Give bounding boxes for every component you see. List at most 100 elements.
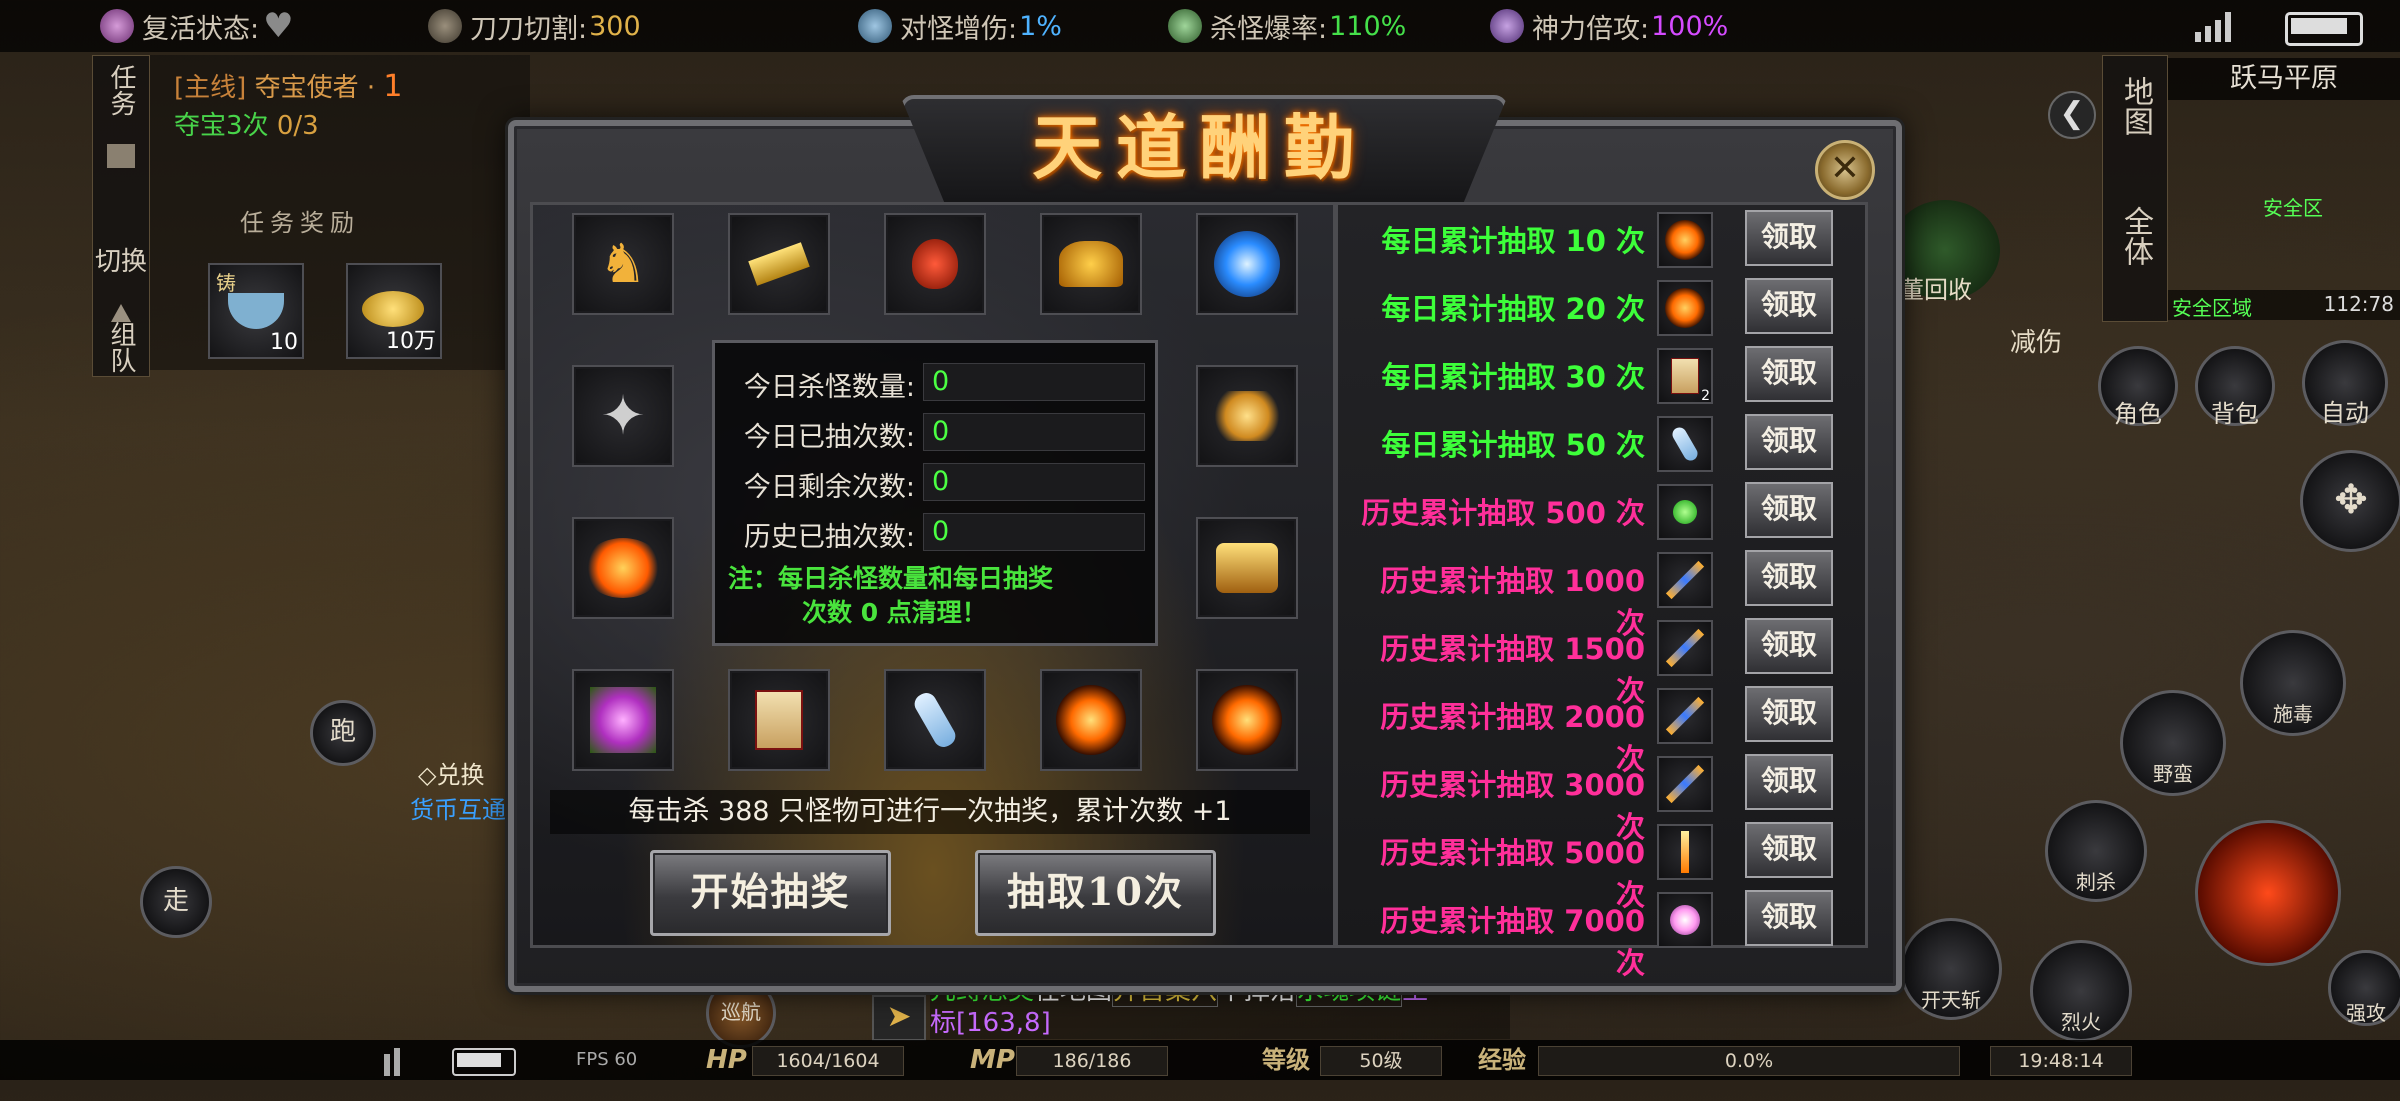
staff-icon [1657, 552, 1713, 608]
prize-slot[interactable] [728, 669, 830, 771]
damage-label: 对怪增伤: [900, 13, 1018, 45]
cut-label: 刀刀切割: [470, 13, 588, 45]
drop-status: 杀怪爆率: 110% [1168, 8, 1406, 45]
skill-strong[interactable]: 强攻 [2328, 950, 2400, 1026]
treasure-pile-icon [1059, 241, 1123, 287]
quest-objective: 夺宝3次 0/3 [174, 105, 319, 142]
close-icon[interactable]: ✕ [1815, 140, 1875, 200]
stat-label: 今日杀怪数量: [743, 372, 915, 403]
quest-reward-2[interactable]: 10万 [346, 263, 442, 359]
battery-icon [2285, 12, 2363, 46]
swirl-icon [858, 9, 892, 43]
staff-icon [1657, 756, 1713, 812]
currency-label[interactable]: 货币互通 [410, 790, 520, 825]
vial-icon [910, 689, 960, 751]
move-cross-icon[interactable]: ✥ [2300, 450, 2400, 552]
note-line-1: 注：每日杀怪数量和每日抽奖 [728, 564, 1054, 593]
prize-slot[interactable] [1040, 213, 1142, 315]
claim-button[interactable]: 领取 [1745, 278, 1833, 334]
tab-task[interactable]: 任务 [93, 64, 149, 124]
signal-icon [360, 1048, 400, 1076]
battery-icon [452, 1048, 516, 1076]
reward-label: 历史累计抽取 500 次 [1361, 496, 1645, 530]
collapse-arrow-icon[interactable]: ❮ [2048, 91, 2096, 139]
auto-button[interactable]: 自动 [2302, 340, 2388, 427]
claim-button[interactable]: 领取 [1745, 754, 1833, 810]
map-name: 跃马平原 [2168, 58, 2400, 100]
chat-send-icon[interactable]: ➤ [872, 995, 926, 1041]
prize-slot[interactable] [572, 517, 674, 619]
exchange-label[interactable]: ◇兑换 [418, 755, 484, 790]
claim-button[interactable]: 领取 [1745, 890, 1833, 946]
quest-panel[interactable]: [主线] 夺宝使者 · 1 夺宝3次 0/3 任务奖励 铸 10 10万 [150, 55, 530, 370]
sword-icon [428, 9, 462, 43]
prize-slot[interactable] [728, 213, 830, 315]
claim-button[interactable]: 领取 [1745, 210, 1833, 266]
fps: FPS 60 [576, 1049, 638, 1070]
reward-row: 历史累计抽取 5000 次领取 [1345, 822, 1855, 912]
prize-slot[interactable] [1196, 365, 1298, 467]
role-button[interactable]: 角色 [2098, 346, 2178, 428]
draw-10-button[interactable]: 抽取10次 [975, 850, 1216, 936]
golden-crown-icon [1212, 391, 1282, 441]
reward-tag: 铸 [216, 271, 236, 295]
skill-open[interactable]: 开天斩 [1900, 918, 2002, 1020]
main-attack-button[interactable] [2195, 820, 2341, 966]
tab-map[interactable]: 地图 [2103, 76, 2167, 144]
stat-label: 今日已抽次数: [743, 422, 915, 453]
stat-label: 历史已抽次数: [743, 522, 915, 553]
tab-all[interactable]: 全体 [2103, 206, 2167, 274]
skill-fire[interactable]: 烈火 [2030, 940, 2132, 1042]
quest-side-tabs: 任务 切换 组队 [92, 55, 150, 377]
prize-slot[interactable] [1196, 669, 1298, 771]
reward-row: 每日累计抽取 50 次 领取 [1345, 414, 1855, 472]
skill-wild[interactable]: 野蛮 [2120, 690, 2226, 796]
prize-slot[interactable]: ♞ [572, 213, 674, 315]
claim-button[interactable]: 领取 [1745, 346, 1833, 402]
vial-icon [1657, 416, 1713, 472]
start-draw-button[interactable]: 开始抽奖 [650, 850, 891, 936]
walk-button[interactable]: 走 [140, 866, 212, 938]
skill-dodge[interactable]: 施毒 [2240, 630, 2346, 736]
minimap-safe-label: 安全区 [2263, 196, 2323, 220]
tab-team[interactable]: 组队 [93, 321, 149, 381]
heart-icon: ♥ [263, 6, 294, 46]
quest-reward-1[interactable]: 铸 10 [208, 263, 304, 359]
main-quest-line[interactable]: [主线] 夺宝使者 · 1 [174, 67, 402, 104]
claim-button[interactable]: 领取 [1745, 550, 1833, 606]
skill-kill[interactable]: 刺杀 [2045, 800, 2147, 902]
mp-label: MP [970, 1045, 1015, 1075]
dragon-icon [1490, 9, 1524, 43]
claim-button[interactable]: 领取 [1745, 822, 1833, 878]
bag-button[interactable]: 背包 [2195, 346, 2275, 428]
god-status: 神力倍攻: 100% [1490, 8, 1728, 45]
claim-button[interactable]: 领取 [1745, 414, 1833, 470]
prize-slot[interactable] [1196, 213, 1298, 315]
golden-chest-icon [1216, 543, 1278, 593]
minimap[interactable]: 安全区 安全区域 112:78 [2168, 100, 2400, 320]
run-button[interactable]: 跑 [310, 700, 376, 766]
damage-status: 对怪增伤: 1% [858, 8, 1062, 45]
tab-switch[interactable]: 切换 [93, 246, 149, 278]
claim-button[interactable]: 领取 [1745, 618, 1833, 674]
scroll-icon [755, 690, 803, 750]
scythe-icon [1168, 9, 1202, 43]
claim-button[interactable]: 领取 [1745, 482, 1833, 538]
prize-slot[interactable] [1040, 669, 1142, 771]
claim-button[interactable]: 领取 [1745, 686, 1833, 742]
reward-label: 每日累计抽取 30 次 [1381, 360, 1645, 394]
reward-row: 历史累计抽取 1500 次领取 [1345, 618, 1855, 708]
prize-slot[interactable] [884, 213, 986, 315]
fire-orb-icon [1657, 212, 1713, 268]
prize-slot[interactable]: ✦ [572, 365, 674, 467]
golden-beast-icon: ♞ [598, 232, 648, 295]
reward-row: 历史累计抽取 1000 次领取 [1345, 550, 1855, 640]
fire-orb-icon [1212, 685, 1282, 755]
fire-orb-icon [1657, 280, 1713, 336]
prize-slot[interactable] [572, 669, 674, 771]
minimap-footer: 安全区域 112:78 [2168, 290, 2400, 320]
quest-tag: [主线] [174, 73, 247, 103]
prize-slot[interactable] [1196, 517, 1298, 619]
prize-slot[interactable] [884, 669, 986, 771]
stat-value: 0 [923, 463, 1145, 501]
